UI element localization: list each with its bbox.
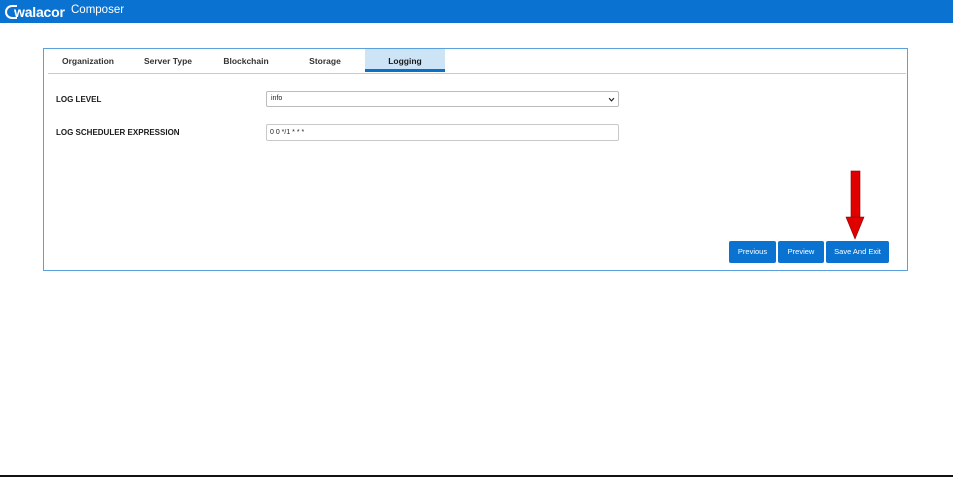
log-scheduler-label: LOG SCHEDULER EXPRESSION: [56, 128, 180, 137]
logo-text: walacor: [14, 3, 65, 20]
tab-logging[interactable]: Logging: [365, 49, 445, 72]
app-title: Composer: [71, 4, 125, 16]
tab-server-type[interactable]: Server Type: [128, 49, 208, 72]
tab-storage[interactable]: Storage: [285, 49, 365, 72]
log-level-label: LOG LEVEL: [56, 95, 102, 104]
down-arrow-icon: [845, 170, 865, 240]
top-bar: walacor Composer: [0, 0, 953, 23]
preview-button[interactable]: Preview: [778, 241, 824, 263]
config-panel: Organization Server Type Blockchain Stor…: [43, 48, 908, 271]
walacor-logo[interactable]: walacor: [5, 2, 65, 21]
tab-organization[interactable]: Organization: [48, 49, 128, 72]
previous-button[interactable]: Previous: [729, 241, 776, 263]
save-and-exit-button[interactable]: Save And Exit: [826, 241, 889, 263]
log-scheduler-input[interactable]: [266, 124, 619, 141]
chevron-down-icon: [608, 97, 615, 102]
tab-blockchain[interactable]: Blockchain: [206, 49, 286, 72]
tab-bar: Organization Server Type Blockchain Stor…: [48, 49, 906, 74]
log-level-select[interactable]: info: [266, 91, 619, 107]
log-level-value: info: [271, 95, 283, 102]
